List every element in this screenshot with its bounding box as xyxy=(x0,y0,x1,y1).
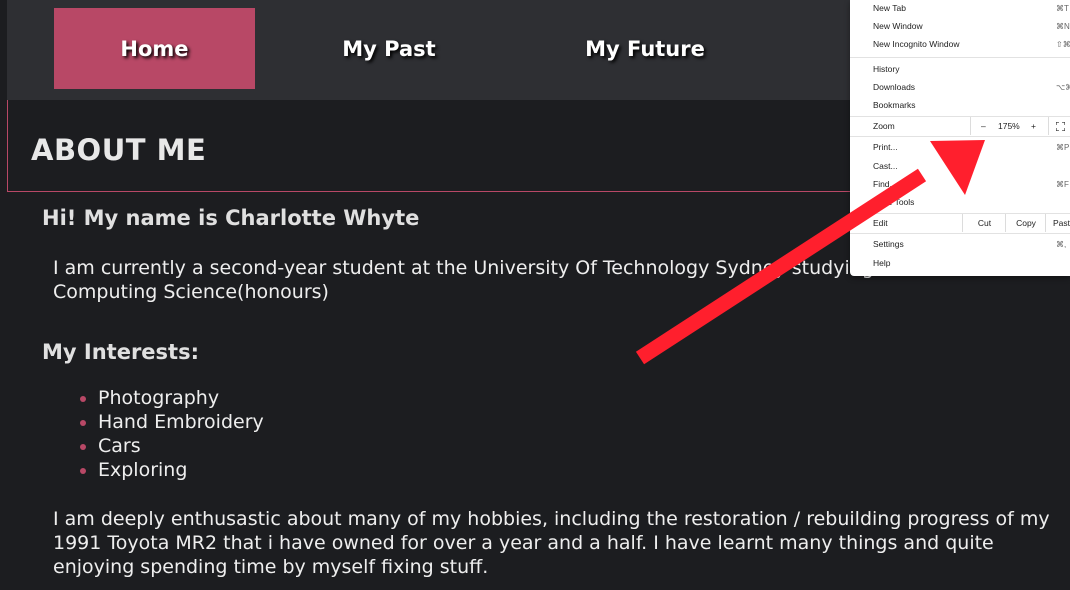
bio-paragraph: I am deeply enthusastic about many of my… xyxy=(53,508,1050,578)
nav-my-past-button[interactable]: My Past xyxy=(289,8,489,89)
nav-home-button[interactable]: Home xyxy=(54,8,255,89)
fullscreen-icon-glyph xyxy=(1056,121,1065,131)
menu-shortcut: ⌘T xyxy=(1056,3,1069,13)
menu-item-zoom: Zoom – 175% + xyxy=(850,117,1070,135)
zoom-control: – 175% + xyxy=(970,117,1070,135)
menu-item-label: New Tab xyxy=(873,3,906,13)
interests-list: Photography Hand Embroidery Cars Explori… xyxy=(60,386,264,482)
list-item: Exploring xyxy=(98,458,264,482)
menu-item-print[interactable]: Print... ⌘P xyxy=(850,138,1070,156)
menu-item-label: Bookmarks xyxy=(873,100,916,110)
menu-item-label: History xyxy=(873,64,900,74)
menu-item-label: Print... xyxy=(873,142,898,152)
nav-my-future-button[interactable]: My Future xyxy=(545,8,745,89)
menu-item-label: Edit xyxy=(873,218,888,228)
menu-item-cast[interactable]: Cast... xyxy=(850,157,1070,175)
menu-item-help[interactable]: Help xyxy=(850,254,1070,272)
paste-button[interactable]: Paste xyxy=(1045,214,1070,232)
menu-shortcut: ⌘N xyxy=(1056,21,1070,31)
menu-shortcut: ⌘P xyxy=(1056,142,1070,152)
menu-item-downloads[interactable]: Downloads ⌥⌘L xyxy=(850,78,1070,96)
zoom-out-button[interactable]: – xyxy=(981,121,986,131)
fullscreen-icon[interactable] xyxy=(1048,117,1070,135)
cut-button[interactable]: Cut xyxy=(962,214,1006,232)
menu-item-history[interactable]: History xyxy=(850,60,1070,78)
menu-item-label: Help xyxy=(873,258,891,268)
menu-item-label: Downloads xyxy=(873,82,916,92)
menu-divider xyxy=(850,233,1070,234)
menu-shortcut: ⇧⌘N xyxy=(1056,39,1070,49)
menu-item-label: New Window xyxy=(873,21,923,31)
interests-heading: My Interests: xyxy=(42,340,199,364)
greeting-heading: Hi! My name is Charlotte Whyte xyxy=(42,206,420,230)
menu-item-new-window[interactable]: New Window ⌘N xyxy=(850,17,1070,35)
menu-item-settings[interactable]: Settings ⌘, xyxy=(850,235,1070,253)
copy-button[interactable]: Copy xyxy=(1005,214,1046,232)
menu-shortcut: ⌘F xyxy=(1056,179,1069,189)
zoom-level: 175% xyxy=(998,121,1020,131)
menu-item-find[interactable]: Find... ⌘F xyxy=(850,175,1070,193)
menu-shortcut: ⌥⌘L xyxy=(1056,82,1070,92)
menu-item-label: Find... xyxy=(873,179,897,189)
page-title: ABOUT ME xyxy=(31,133,207,167)
menu-shortcut: ⌘, xyxy=(1056,239,1067,249)
menu-divider xyxy=(850,57,1070,58)
menu-item-label: Cast... xyxy=(873,161,898,171)
menu-item-label: More Tools xyxy=(873,197,915,207)
menu-divider xyxy=(850,136,1070,137)
menu-item-new-incognito-window[interactable]: New Incognito Window ⇧⌘N xyxy=(850,35,1070,53)
list-item: Cars xyxy=(98,434,264,458)
browser-menu: New Tab ⌘T New Window ⌘N New Incognito W… xyxy=(850,0,1070,276)
menu-item-bookmarks[interactable]: Bookmarks xyxy=(850,96,1070,114)
menu-item-new-tab[interactable]: New Tab ⌘T xyxy=(850,0,1070,17)
menu-item-label: Settings xyxy=(873,239,904,249)
menu-item-label: Zoom xyxy=(873,121,895,131)
list-item: Photography xyxy=(98,386,264,410)
list-item: Hand Embroidery xyxy=(98,410,264,434)
zoom-in-button[interactable]: + xyxy=(1031,121,1036,131)
menu-item-more-tools[interactable]: More Tools xyxy=(850,193,1070,211)
menu-item-edit: Edit Cut Copy Paste xyxy=(850,214,1070,232)
menu-item-label: New Incognito Window xyxy=(873,39,960,49)
